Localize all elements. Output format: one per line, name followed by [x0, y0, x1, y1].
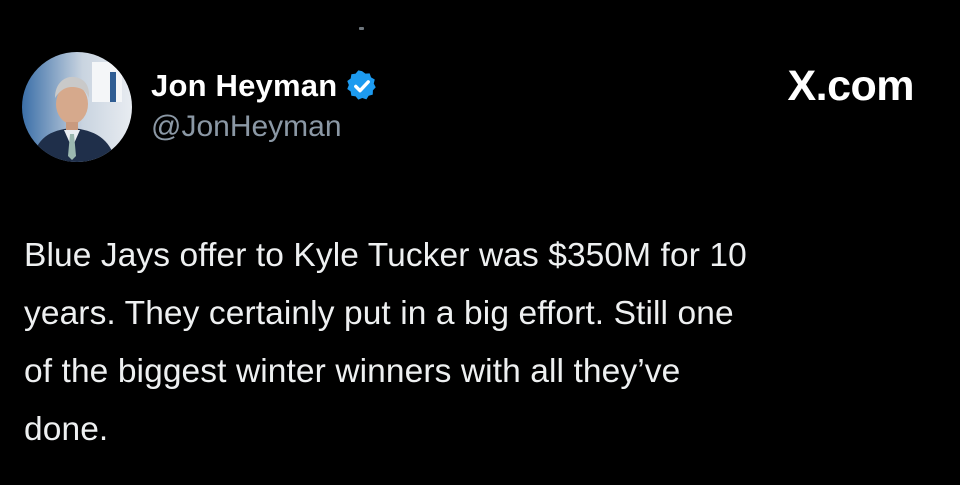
verified-badge-icon [345, 69, 379, 103]
author-handle[interactable]: @JonHeyman [151, 110, 342, 144]
tweet-text-line: of the biggest winter winners with all t… [24, 353, 681, 390]
x-brand-logo: X.com [787, 62, 914, 110]
profile-photo-icon [22, 52, 132, 162]
author-name-row[interactable]: Jon Heyman [151, 66, 379, 106]
tweet-text: Blue Jays offer to Kyle Tucker was $350M… [24, 227, 929, 459]
author-display-name[interactable]: Jon Heyman [151, 68, 337, 104]
tweet-text-line: Blue Jays offer to Kyle Tucker was $350M… [24, 237, 747, 274]
tweet-text-line: done. [24, 411, 109, 448]
top-divider-mark [359, 27, 364, 30]
avatar[interactable] [22, 52, 132, 162]
tweet-text-line: years. They certainly put in a big effor… [24, 295, 734, 332]
